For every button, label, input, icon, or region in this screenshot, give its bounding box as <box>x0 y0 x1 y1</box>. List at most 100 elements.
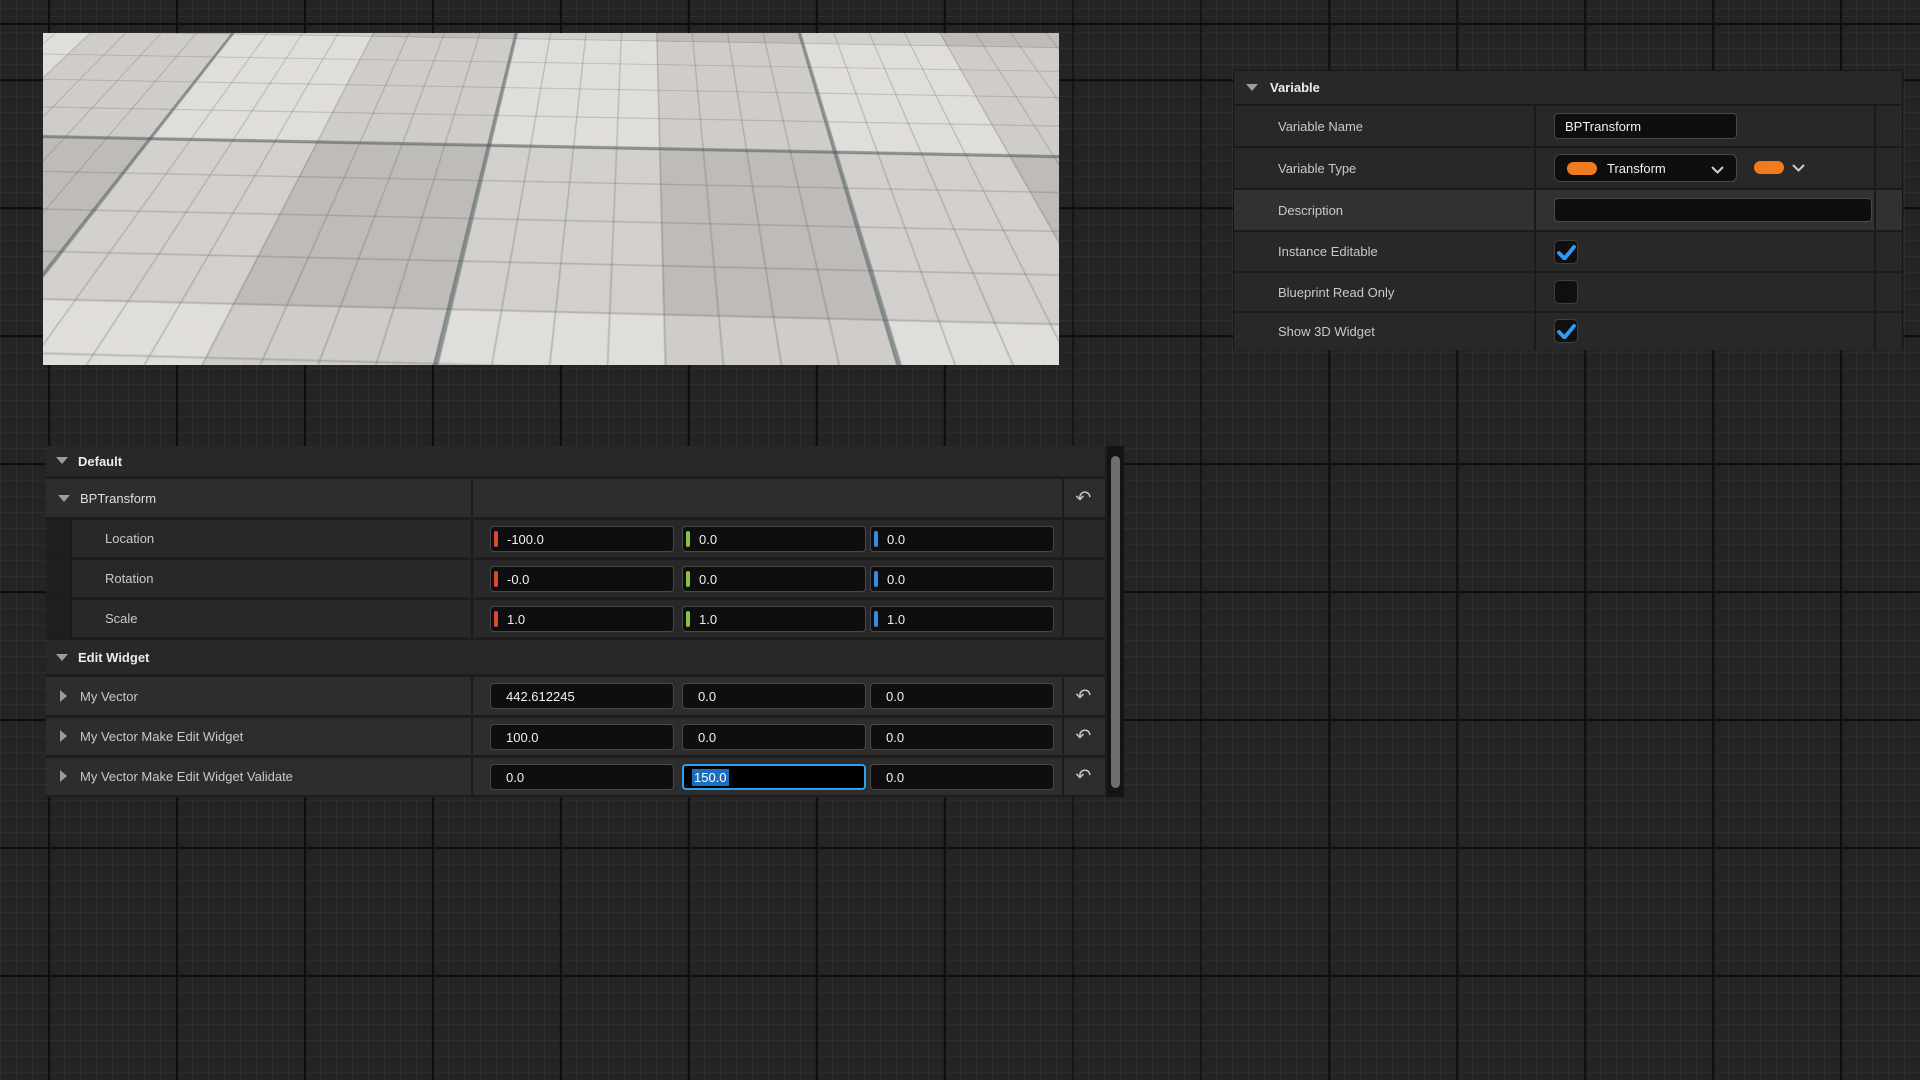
reset-to-default-button[interactable]: ↶ <box>1062 718 1105 755</box>
transform-type-pill-icon <box>1567 162 1597 175</box>
variable-type-row: Variable Type Transform <box>1234 148 1902 188</box>
my-vector-make-edit-widget-validate-label: My Vector Make Edit Widget Validate <box>80 758 293 795</box>
default-category-header[interactable]: Default <box>46 446 1105 476</box>
instance-editable-label: Instance Editable <box>1278 232 1378 271</box>
gizmo-center-dot[interactable] <box>444 155 455 166</box>
collapse-triangle-icon[interactable] <box>58 495 70 502</box>
variable-name-input[interactable]: BPTransform <box>1554 113 1737 139</box>
column-divider <box>1534 106 1536 146</box>
reset-to-default-button[interactable]: ↶ <box>1062 677 1105 715</box>
axis-y-color-bar <box>686 611 690 627</box>
rotation-z-field[interactable]: 0.0 <box>870 566 1054 592</box>
my-vector-row[interactable]: My Vector 442.612245 0.0 0.0 ↶ <box>46 677 1105 715</box>
column-divider <box>471 600 473 637</box>
my-vector-x-value: 442.612245 <box>506 689 575 704</box>
my-vector-y-field[interactable]: 0.0 <box>682 683 866 709</box>
rotation-y-field[interactable]: 0.0 <box>682 566 866 592</box>
column-divider <box>1534 313 1536 350</box>
variable-name-row: Variable Name BPTransform <box>1234 106 1902 146</box>
instance-editable-row: Instance Editable <box>1234 232 1902 271</box>
location-x-value: -100.0 <box>507 532 544 547</box>
mvmew-x-value: 100.0 <box>506 730 539 745</box>
column-divider <box>1874 232 1876 271</box>
mvmew-y-value: 0.0 <box>698 730 716 745</box>
container-type-chevron-down-icon[interactable] <box>1792 164 1805 172</box>
indent-strip <box>46 560 72 597</box>
exceed-max-length-label: Exceed max length:100 <box>565 287 700 301</box>
column-divider <box>1534 148 1536 188</box>
reset-to-default-button[interactable]: ↶ <box>1062 479 1105 517</box>
my-vector-make-edit-widget-y-field[interactable]: 0.0 <box>682 724 866 750</box>
chevron-down-icon <box>1711 166 1724 174</box>
my-vector-make-edit-widget-row[interactable]: My Vector Make Edit Widget 100.0 0.0 0.0… <box>46 718 1105 755</box>
details-scrollbar-thumb[interactable] <box>1111 456 1120 788</box>
scale-x-value: 1.0 <box>507 612 525 627</box>
gizmo-x-axis-arrow[interactable] <box>452 158 513 161</box>
expand-triangle-icon[interactable] <box>60 730 67 742</box>
location-y-value: 0.0 <box>699 532 717 547</box>
indent-strip <box>46 520 72 557</box>
blueprint-graph-background[interactable]: BPTransform <box>0 0 1920 1080</box>
expand-triangle-icon[interactable] <box>60 770 67 782</box>
description-input[interactable] <box>1554 198 1872 222</box>
location-row: Location -100.0 0.0 0.0 <box>46 520 1105 557</box>
bptransform-actor-label: BPTransform <box>138 164 213 178</box>
my-vector-make-edit-widget-x-field[interactable]: 100.0 <box>490 724 674 750</box>
3d-viewport[interactable]: BPTransform <box>43 33 1059 365</box>
bptransform-property-row[interactable]: BPTransform ↶ <box>46 479 1105 517</box>
my-vector-make-edit-widget-validate-y-field-focused[interactable]: 150.0 <box>682 764 866 790</box>
my-vector-y-value: 0.0 <box>698 689 716 704</box>
collapse-triangle-icon[interactable] <box>56 654 68 661</box>
column-divider <box>1874 148 1876 188</box>
container-type-pill-icon[interactable] <box>1754 161 1784 174</box>
show-3d-widget-row: Show 3D Widget <box>1234 313 1902 350</box>
column-divider <box>1874 273 1876 311</box>
show-3d-widget-checkbox[interactable] <box>1554 319 1578 343</box>
sphere-widget-with-gizmo[interactable] <box>373 61 605 263</box>
rotation-row: Rotation -0.0 0.0 0.0 <box>46 560 1105 597</box>
expand-triangle-icon[interactable] <box>60 690 67 702</box>
location-z-field[interactable]: 0.0 <box>870 526 1054 552</box>
instance-editable-checkbox[interactable] <box>1554 240 1578 264</box>
variable-type-dropdown[interactable]: Transform <box>1554 154 1737 182</box>
my-vector-z-value: 0.0 <box>886 689 904 704</box>
axis-x-color-bar <box>494 611 498 627</box>
blueprint-read-only-checkbox[interactable] <box>1554 280 1578 304</box>
reset-to-default-button[interactable]: ↶ <box>1062 758 1105 795</box>
my-vector-make-edit-widget-validate-z-field[interactable]: 0.0 <box>870 764 1054 790</box>
rotation-x-field[interactable]: -0.0 <box>490 566 674 592</box>
location-x-field[interactable]: -100.0 <box>490 526 674 552</box>
column-divider <box>1874 190 1876 230</box>
my-vector-make-edit-widget-validate-x-field[interactable]: 0.0 <box>490 764 674 790</box>
column-divider <box>471 520 473 557</box>
column-divider <box>1534 190 1536 230</box>
blueprint-read-only-label: Blueprint Read Only <box>1278 273 1394 311</box>
my-vector-label: My Vector <box>80 677 138 715</box>
edit-widget-category-header[interactable]: Edit Widget <box>46 640 1105 674</box>
axis-z-color-bar <box>874 571 878 587</box>
location-y-field[interactable]: 0.0 <box>682 526 866 552</box>
column-divider <box>1062 600 1064 637</box>
scale-y-field[interactable]: 1.0 <box>682 606 866 632</box>
scale-z-field[interactable]: 1.0 <box>870 606 1054 632</box>
my-vector-make-edit-widget-z-field[interactable]: 0.0 <box>870 724 1054 750</box>
column-divider <box>1534 273 1536 311</box>
my-vector-x-field[interactable]: 442.612245 <box>490 683 674 709</box>
column-divider <box>1874 106 1876 146</box>
details-scrollbar-track[interactable] <box>1107 446 1124 797</box>
my-vector-make-edit-widget-label: My Vector Make Edit Widget <box>80 718 243 755</box>
my-vector-z-field[interactable]: 0.0 <box>870 683 1054 709</box>
scale-x-field[interactable]: 1.0 <box>490 606 674 632</box>
collapse-triangle-icon[interactable] <box>56 457 68 464</box>
column-divider <box>471 560 473 597</box>
column-divider <box>471 718 473 755</box>
variable-section-header[interactable]: Variable <box>1234 71 1902 104</box>
checkmark-icon <box>1557 324 1576 339</box>
blueprint-read-only-row: Blueprint Read Only <box>1234 273 1902 311</box>
my-vector-make-edit-widget-validate-row[interactable]: My Vector Make Edit Widget Validate 0.0 … <box>46 758 1105 795</box>
default-category-title: Default <box>78 446 122 476</box>
mvmewv-x-value: 0.0 <box>506 770 524 785</box>
collapse-triangle-icon[interactable] <box>1246 84 1258 91</box>
mvmewv-y-value-selected: 150.0 <box>692 769 729 786</box>
scale-row: Scale 1.0 1.0 1.0 <box>46 600 1105 637</box>
